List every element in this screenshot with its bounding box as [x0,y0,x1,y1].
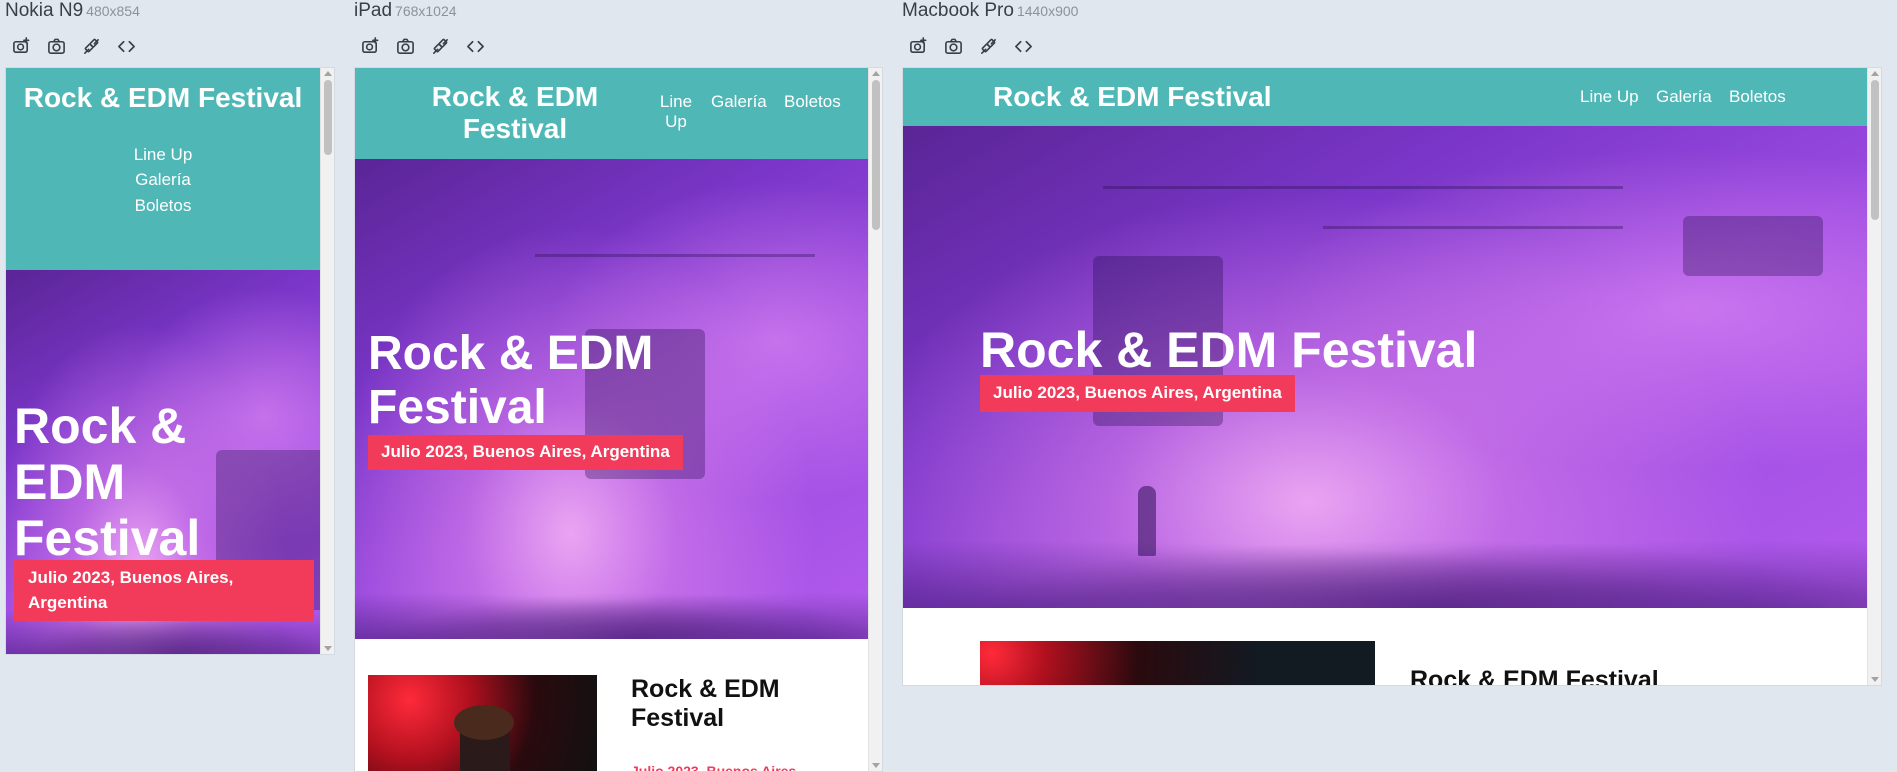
device-name: iPad [354,0,393,21]
nav-link-galeria[interactable]: Galería [1656,84,1712,110]
site-header: Rock & EDM Festival Line Up Galería Bole… [6,68,320,270]
camera-icon[interactable] [395,36,416,57]
hero-date-badge: Julio 2023, Buenos Aires, Argentina [368,435,683,470]
nav-link-boletos[interactable]: Boletos [1729,84,1786,110]
about-date: Julio 2023, Buenos Aires [631,763,797,771]
brand-logo[interactable]: Rock & EDM Festival [415,81,615,145]
viewport[interactable]: Rock & EDM Festival Line Up Galería Bole… [5,67,335,655]
scrollbar[interactable] [320,68,334,654]
sync-scroll-icon[interactable] [978,36,999,57]
scrollbar[interactable] [1867,68,1881,685]
nav-link-lineup[interactable]: Line Up [651,92,701,133]
hero-title: Rock & EDM Festival [980,322,1478,378]
viewport[interactable]: Rock & EDM Festival Line Up Galería Bole… [902,67,1882,686]
device-size: 1440x900 [1016,3,1079,19]
brand-logo[interactable]: Rock & EDM Festival [6,82,320,114]
about-title: Rock & EDM Festival [631,675,780,732]
code-icon[interactable] [1013,36,1034,57]
sync-scroll-icon[interactable] [81,36,102,57]
site-header: Rock & EDM Festival Line Up Galería Bole… [903,68,1867,126]
hero-title: Rock & EDM Festival [14,398,201,566]
device-size: 480x854 [86,3,140,19]
nav-link-galeria[interactable]: Galería [711,92,767,112]
artist-image [368,675,597,771]
camera-icon[interactable] [943,36,964,57]
nav-link-boletos[interactable]: Boletos [6,193,320,219]
artist-image [980,641,1375,685]
nav-link-lineup[interactable]: Line Up [1580,84,1639,110]
nav-link-boletos[interactable]: Boletos [784,92,841,112]
viewport[interactable]: Rock & EDM Festival Line Up Galería Bole… [354,67,883,772]
hero-date-badge: Julio 2023, Buenos Aires, Argentina [980,375,1295,412]
about-section: Rock & EDM Festival Julio 2023, Buenos A… [355,639,868,771]
hero-title: Rock & EDM Festival [368,327,654,434]
nav-link-lineup[interactable]: Line Up [6,142,320,168]
about-title: Rock & EDM Festival [1410,666,1659,685]
device-macbook-pro: Macbook Pro 1440x900 Rock & EDM Festival… [902,0,1882,686]
camera-plus-icon[interactable] [908,36,929,57]
device-name: Nokia N9 [5,0,84,21]
camera-plus-icon[interactable] [360,36,381,57]
about-section: Rock & EDM Festival [903,608,1867,685]
site-header: Rock & EDM Festival Line Up Galería Bole… [355,68,868,159]
hero-banner: Rock & EDM Festival Julio 2023, Buenos A… [355,159,868,639]
sync-scroll-icon[interactable] [430,36,451,57]
nav-link-galeria[interactable]: Galería [6,167,320,193]
code-icon[interactable] [465,36,486,57]
hero-banner: Rock & EDM Festival Julio 2023, Buenos A… [903,126,1867,608]
hero-date-badge: Julio 2023, Buenos Aires, Argentina [14,560,314,622]
brand-logo[interactable]: Rock & EDM Festival [993,81,1272,113]
camera-icon[interactable] [46,36,67,57]
scrollbar[interactable] [868,68,882,771]
code-icon[interactable] [116,36,137,57]
device-ipad: iPad 768x1024 Rock & EDM Festival Line U… [354,0,883,772]
device-nokia-n9: Nokia N9 480x854 Rock & EDM Festival Lin… [5,0,335,655]
camera-plus-icon[interactable] [11,36,32,57]
hero-banner: Rock & EDM Festival Julio 2023, Buenos A… [6,270,320,654]
device-name: Macbook Pro [902,0,1014,21]
device-size: 768x1024 [395,3,457,19]
